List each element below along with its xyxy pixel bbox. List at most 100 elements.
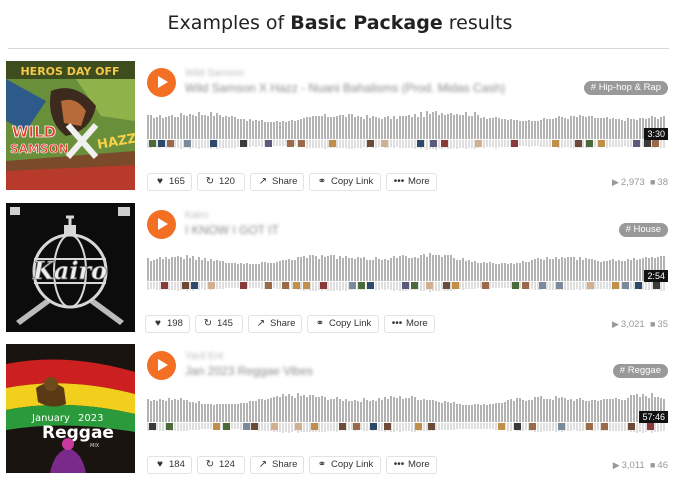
comment-avatar[interactable] <box>271 423 278 430</box>
genre-tag[interactable]: # Hip-hop & Rap <box>583 81 668 95</box>
like-button[interactable]: ♥ 184 <box>147 456 192 474</box>
comment-avatar[interactable] <box>441 140 448 147</box>
comment-avatar[interactable] <box>452 282 459 289</box>
copy-link-button[interactable]: ⚭ Copy Link <box>307 315 379 333</box>
play-button[interactable] <box>147 351 176 380</box>
comment-avatar[interactable] <box>282 282 289 289</box>
comment-avatar[interactable] <box>529 423 536 430</box>
comment-avatar[interactable] <box>210 140 217 147</box>
comment-avatar[interactable] <box>298 140 305 147</box>
comment-avatar[interactable] <box>367 140 374 147</box>
more-button[interactable]: ••• More <box>384 315 435 333</box>
comment-avatar[interactable] <box>475 140 482 147</box>
genre-tag[interactable]: # House <box>618 223 668 237</box>
comment-avatar[interactable] <box>514 423 521 430</box>
comment-avatar[interactable] <box>349 282 356 289</box>
comment-avatar[interactable] <box>311 423 318 430</box>
track-name[interactable]: I KNOW I GOT IT <box>185 223 279 237</box>
comment-avatar[interactable] <box>251 423 258 430</box>
comment-avatar[interactable] <box>512 282 519 289</box>
comment-avatar[interactable] <box>522 282 529 289</box>
comment-avatar[interactable] <box>482 282 489 289</box>
comment-avatar[interactable] <box>653 282 660 289</box>
comment-avatar[interactable] <box>384 423 391 430</box>
copy-link-button[interactable]: ⚭ Copy Link <box>309 456 381 474</box>
comment-avatar[interactable] <box>552 140 559 147</box>
comment-avatar[interactable] <box>320 282 327 289</box>
comment-avatar[interactable] <box>293 282 300 289</box>
comment-avatar[interactable] <box>635 282 642 289</box>
comment-avatar[interactable] <box>511 140 518 147</box>
copy-link-button[interactable]: ⚭ Copy Link <box>309 173 381 191</box>
comment-avatar[interactable] <box>167 140 174 147</box>
comment-avatar[interactable] <box>558 423 565 430</box>
comment-avatar[interactable] <box>161 282 168 289</box>
track-artwork[interactable]: HEROS DAY OFF WILD SAMSON HAZZ <box>6 61 135 190</box>
artist-name[interactable]: Wild Samson <box>185 68 244 79</box>
comment-avatar[interactable] <box>265 140 272 147</box>
comment-avatar[interactable] <box>240 282 247 289</box>
comment-avatar[interactable] <box>303 282 310 289</box>
comment-avatar[interactable] <box>370 423 377 430</box>
comment-avatar[interactable] <box>149 423 156 430</box>
comment-avatar[interactable] <box>182 282 189 289</box>
more-button[interactable]: ••• More <box>386 456 437 474</box>
comment-avatar[interactable] <box>158 140 165 147</box>
comment-avatar[interactable] <box>243 423 250 430</box>
track-name[interactable]: Jan 2023 Reggae Vibes <box>185 364 313 378</box>
comment-avatar[interactable] <box>265 282 272 289</box>
comment-avatar[interactable] <box>367 282 374 289</box>
artist-name[interactable]: Kairo <box>185 210 208 221</box>
play-button[interactable] <box>147 210 176 239</box>
comment-avatar[interactable] <box>402 282 409 289</box>
comment-avatar[interactable] <box>612 282 619 289</box>
comment-avatar[interactable] <box>633 140 640 147</box>
comment-avatar[interactable] <box>426 282 433 289</box>
share-button[interactable]: ↗ Share <box>250 173 304 191</box>
comment-avatar[interactable] <box>556 282 563 289</box>
comment-avatar[interactable] <box>295 423 302 430</box>
comment-avatar[interactable] <box>601 423 608 430</box>
comment-avatar[interactable] <box>644 140 651 147</box>
comment-avatar[interactable] <box>381 140 388 147</box>
comment-avatar[interactable] <box>586 423 593 430</box>
comment-avatar[interactable] <box>628 423 635 430</box>
comment-avatar[interactable] <box>213 423 220 430</box>
like-button[interactable]: ♥ 198 <box>145 315 190 333</box>
artist-name[interactable]: Yard Ent <box>185 351 223 362</box>
comment-avatar[interactable] <box>430 140 437 147</box>
comment-avatar[interactable] <box>149 140 156 147</box>
comment-avatar[interactable] <box>443 282 450 289</box>
comment-avatar[interactable] <box>353 423 360 430</box>
comment-avatar[interactable] <box>587 282 594 289</box>
comment-avatar[interactable] <box>223 423 230 430</box>
comment-avatar[interactable] <box>652 140 659 147</box>
comment-avatar[interactable] <box>191 282 198 289</box>
comment-avatar[interactable] <box>287 140 294 147</box>
waveform[interactable] <box>147 243 668 295</box>
comment-avatar[interactable] <box>184 140 191 147</box>
waveform[interactable] <box>147 101 668 153</box>
comment-avatar[interactable] <box>539 282 546 289</box>
comment-avatar[interactable] <box>411 282 418 289</box>
share-button[interactable]: ↗ Share <box>248 315 302 333</box>
comment-avatar[interactable] <box>622 282 629 289</box>
more-button[interactable]: ••• More <box>386 173 437 191</box>
play-button[interactable] <box>147 68 176 97</box>
comment-avatar[interactable] <box>415 423 422 430</box>
share-button[interactable]: ↗ Share <box>250 456 304 474</box>
repost-button[interactable]: ↻ 120 <box>197 173 245 191</box>
comment-avatar[interactable] <box>417 140 424 147</box>
comment-avatar[interactable] <box>166 423 173 430</box>
genre-tag[interactable]: # Reggae <box>612 364 668 378</box>
like-button[interactable]: ♥ 165 <box>147 173 192 191</box>
comment-avatar[interactable] <box>575 140 582 147</box>
comment-avatar[interactable] <box>586 140 593 147</box>
comment-avatar[interactable] <box>240 140 247 147</box>
comment-avatar[interactable] <box>598 140 605 147</box>
waveform[interactable] <box>147 384 668 436</box>
track-artwork[interactable]: Kairo <box>6 203 135 332</box>
comment-avatar[interactable] <box>498 423 505 430</box>
track-artwork[interactable]: January 2023 Reggae MIX <box>6 344 135 473</box>
comment-avatar[interactable] <box>647 423 654 430</box>
